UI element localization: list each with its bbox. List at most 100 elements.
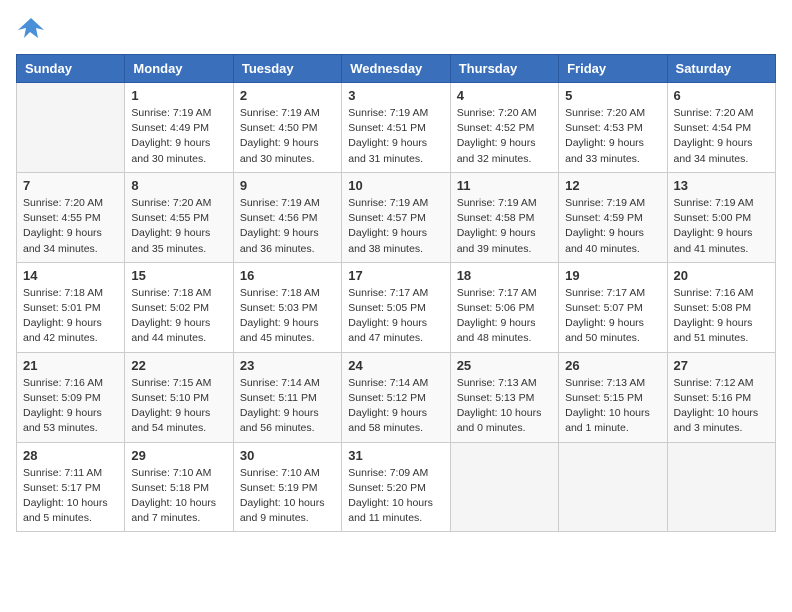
calendar-cell: 16 Sunrise: 7:18 AM Sunset: 5:03 PM Dayli… <box>233 262 341 352</box>
calendar-cell: 19 Sunrise: 7:17 AM Sunset: 5:07 PM Dayli… <box>559 262 667 352</box>
day-number: 18 <box>457 268 552 283</box>
calendar-cell: 6 Sunrise: 7:20 AM Sunset: 4:54 PM Daylig… <box>667 83 775 173</box>
logo <box>16 16 50 44</box>
day-info: Sunrise: 7:13 AM Sunset: 5:15 PM Dayligh… <box>565 376 660 437</box>
day-info: Sunrise: 7:20 AM Sunset: 4:53 PM Dayligh… <box>565 106 660 167</box>
calendar-cell: 21 Sunrise: 7:16 AM Sunset: 5:09 PM Dayli… <box>17 352 125 442</box>
day-number: 9 <box>240 178 335 193</box>
calendar-cell: 31 Sunrise: 7:09 AM Sunset: 5:20 PM Dayli… <box>342 442 450 532</box>
calendar-cell: 27 Sunrise: 7:12 AM Sunset: 5:16 PM Dayli… <box>667 352 775 442</box>
day-number: 27 <box>674 358 769 373</box>
header-saturday: Saturday <box>667 55 775 83</box>
day-number: 11 <box>457 178 552 193</box>
header-monday: Monday <box>125 55 233 83</box>
day-info: Sunrise: 7:20 AM Sunset: 4:52 PM Dayligh… <box>457 106 552 167</box>
calendar-cell: 3 Sunrise: 7:19 AM Sunset: 4:51 PM Daylig… <box>342 83 450 173</box>
day-number: 3 <box>348 88 443 103</box>
calendar-cell: 15 Sunrise: 7:18 AM Sunset: 5:02 PM Dayli… <box>125 262 233 352</box>
day-info: Sunrise: 7:20 AM Sunset: 4:54 PM Dayligh… <box>674 106 769 167</box>
day-info: Sunrise: 7:20 AM Sunset: 4:55 PM Dayligh… <box>131 196 226 257</box>
calendar-week-row: 14 Sunrise: 7:18 AM Sunset: 5:01 PM Dayli… <box>17 262 776 352</box>
calendar-week-row: 7 Sunrise: 7:20 AM Sunset: 4:55 PM Daylig… <box>17 172 776 262</box>
day-number: 8 <box>131 178 226 193</box>
calendar-cell: 23Sunrise: 7:14 AM Sunset: 5:11 PM Dayli… <box>233 352 341 442</box>
calendar-cell: 11 Sunrise: 7:19 AM Sunset: 4:58 PM Dayli… <box>450 172 558 262</box>
day-number: 1 <box>131 88 226 103</box>
day-info: Sunrise: 7:19 AM Sunset: 4:57 PM Dayligh… <box>348 196 443 257</box>
calendar-cell: 20Sunrise: 7:16 AM Sunset: 5:08 PM Dayli… <box>667 262 775 352</box>
day-info: Sunrise: 7:18 AM Sunset: 5:01 PM Dayligh… <box>23 286 118 347</box>
day-info: Sunrise: 7:15 AM Sunset: 5:10 PM Dayligh… <box>131 376 226 437</box>
day-number: 30 <box>240 448 335 463</box>
day-number: 24 <box>348 358 443 373</box>
header-friday: Friday <box>559 55 667 83</box>
day-number: 16 <box>240 268 335 283</box>
calendar-cell: 12 Sunrise: 7:19 AM Sunset: 4:59 PM Dayli… <box>559 172 667 262</box>
calendar-cell: 2 Sunrise: 7:19 AM Sunset: 4:50 PM Daylig… <box>233 83 341 173</box>
day-number: 22 <box>131 358 226 373</box>
day-info: Sunrise: 7:19 AM Sunset: 4:58 PM Dayligh… <box>457 196 552 257</box>
day-info: Sunrise: 7:09 AM Sunset: 5:20 PM Dayligh… <box>348 466 443 527</box>
day-info: Sunrise: 7:19 AM Sunset: 4:59 PM Dayligh… <box>565 196 660 257</box>
day-info: Sunrise: 7:18 AM Sunset: 5:03 PM Dayligh… <box>240 286 335 347</box>
calendar-cell <box>559 442 667 532</box>
logo-icon <box>16 16 46 44</box>
day-info: Sunrise: 7:17 AM Sunset: 5:06 PM Dayligh… <box>457 286 552 347</box>
day-number: 25 <box>457 358 552 373</box>
calendar-cell: 28Sunrise: 7:11 AM Sunset: 5:17 PM Dayli… <box>17 442 125 532</box>
day-info: Sunrise: 7:17 AM Sunset: 5:07 PM Dayligh… <box>565 286 660 347</box>
header-wednesday: Wednesday <box>342 55 450 83</box>
day-info: Sunrise: 7:10 AM Sunset: 5:18 PM Dayligh… <box>131 466 226 527</box>
calendar-cell: 1 Sunrise: 7:19 AM Sunset: 4:49 PM Daylig… <box>125 83 233 173</box>
day-number: 13 <box>674 178 769 193</box>
day-number: 14 <box>23 268 118 283</box>
day-info: Sunrise: 7:16 AM Sunset: 5:09 PM Dayligh… <box>23 376 118 437</box>
calendar-cell: 25 Sunrise: 7:13 AM Sunset: 5:13 PM Dayli… <box>450 352 558 442</box>
day-number: 29 <box>131 448 226 463</box>
header-sunday: Sunday <box>17 55 125 83</box>
day-info: Sunrise: 7:10 AM Sunset: 5:19 PM Dayligh… <box>240 466 335 527</box>
day-number: 26 <box>565 358 660 373</box>
calendar-cell: 18 Sunrise: 7:17 AM Sunset: 5:06 PM Dayli… <box>450 262 558 352</box>
day-number: 12 <box>565 178 660 193</box>
page-header <box>16 16 776 44</box>
calendar-cell: 8 Sunrise: 7:20 AM Sunset: 4:55 PM Daylig… <box>125 172 233 262</box>
day-number: 10 <box>348 178 443 193</box>
calendar-week-row: 1 Sunrise: 7:19 AM Sunset: 4:49 PM Daylig… <box>17 83 776 173</box>
calendar-cell: 14 Sunrise: 7:18 AM Sunset: 5:01 PM Dayli… <box>17 262 125 352</box>
calendar-cell: 10 Sunrise: 7:19 AM Sunset: 4:57 PM Dayli… <box>342 172 450 262</box>
calendar-cell: 30 Sunrise: 7:10 AM Sunset: 5:19 PM Dayli… <box>233 442 341 532</box>
day-number: 15 <box>131 268 226 283</box>
calendar-cell: 26 Sunrise: 7:13 AM Sunset: 5:15 PM Dayli… <box>559 352 667 442</box>
day-info: Sunrise: 7:13 AM Sunset: 5:13 PM Dayligh… <box>457 376 552 437</box>
day-number: 23 <box>240 358 335 373</box>
day-number: 31 <box>348 448 443 463</box>
calendar-cell <box>17 83 125 173</box>
day-info: Sunrise: 7:18 AM Sunset: 5:02 PM Dayligh… <box>131 286 226 347</box>
calendar-cell: 24 Sunrise: 7:14 AM Sunset: 5:12 PM Dayli… <box>342 352 450 442</box>
day-number: 21 <box>23 358 118 373</box>
calendar-week-row: 21 Sunrise: 7:16 AM Sunset: 5:09 PM Dayli… <box>17 352 776 442</box>
calendar-cell: 13Sunrise: 7:19 AM Sunset: 5:00 PM Dayli… <box>667 172 775 262</box>
calendar-cell: 17 Sunrise: 7:17 AM Sunset: 5:05 PM Dayli… <box>342 262 450 352</box>
day-number: 17 <box>348 268 443 283</box>
day-number: 2 <box>240 88 335 103</box>
day-info: Sunrise: 7:19 AM Sunset: 4:50 PM Dayligh… <box>240 106 335 167</box>
day-number: 4 <box>457 88 552 103</box>
calendar-header-row: SundayMondayTuesdayWednesdayThursdayFrid… <box>17 55 776 83</box>
day-number: 19 <box>565 268 660 283</box>
day-info: Sunrise: 7:19 AM Sunset: 4:51 PM Dayligh… <box>348 106 443 167</box>
header-thursday: Thursday <box>450 55 558 83</box>
calendar-cell: 5Sunrise: 7:20 AM Sunset: 4:53 PM Daylig… <box>559 83 667 173</box>
day-info: Sunrise: 7:19 AM Sunset: 4:49 PM Dayligh… <box>131 106 226 167</box>
day-number: 6 <box>674 88 769 103</box>
calendar-cell: 29 Sunrise: 7:10 AM Sunset: 5:18 PM Dayli… <box>125 442 233 532</box>
calendar-cell <box>450 442 558 532</box>
day-info: Sunrise: 7:12 AM Sunset: 5:16 PM Dayligh… <box>674 376 769 437</box>
day-info: Sunrise: 7:14 AM Sunset: 5:12 PM Dayligh… <box>348 376 443 437</box>
calendar-cell: 9Sunrise: 7:19 AM Sunset: 4:56 PM Daylig… <box>233 172 341 262</box>
calendar-cell: 4 Sunrise: 7:20 AM Sunset: 4:52 PM Daylig… <box>450 83 558 173</box>
day-number: 7 <box>23 178 118 193</box>
calendar-cell: 22 Sunrise: 7:15 AM Sunset: 5:10 PM Dayli… <box>125 352 233 442</box>
day-info: Sunrise: 7:17 AM Sunset: 5:05 PM Dayligh… <box>348 286 443 347</box>
